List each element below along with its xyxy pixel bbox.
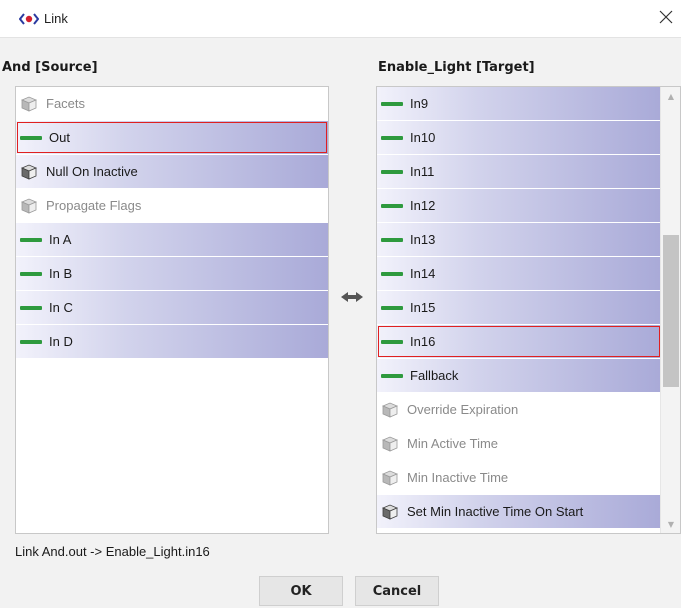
target-row[interactable]: Fallback — [377, 359, 661, 393]
source-row[interactable]: Facets — [16, 87, 328, 121]
slot-bar-icon — [20, 339, 42, 344]
source-row[interactable]: In D — [16, 325, 328, 359]
box-icon — [381, 436, 399, 452]
close-icon — [659, 10, 673, 28]
link-icon — [19, 13, 39, 25]
target-row[interactable]: In12 — [377, 189, 661, 223]
source-row-label: Out — [49, 130, 70, 145]
box-icon — [381, 504, 399, 520]
window-title: Link — [44, 11, 68, 26]
box-icon — [381, 402, 399, 418]
box-icon — [381, 470, 399, 486]
target-row[interactable]: In11 — [377, 155, 661, 189]
source-row[interactable]: In A — [16, 223, 328, 257]
link-status: Link And.out -> Enable_Light.in16 — [15, 544, 210, 559]
target-row-label: In14 — [410, 266, 436, 281]
link-dialog: Link And [Source] Enable_Light [Target] … — [0, 0, 681, 608]
title-bar: Link — [0, 0, 681, 38]
source-row[interactable]: Null On Inactive — [16, 155, 328, 189]
target-row-label: Min Active Time — [407, 436, 499, 451]
scroll-up-icon[interactable]: ▲ — [661, 87, 680, 105]
source-row[interactable]: In C — [16, 291, 328, 325]
target-row[interactable]: In9 — [377, 87, 661, 121]
slot-bar-icon — [20, 271, 42, 276]
source-row-label: Propagate Flags — [46, 198, 142, 213]
target-header: Enable_Light [Target] — [378, 60, 535, 75]
target-row[interactable]: Min Active Time — [377, 427, 661, 461]
target-row-label: Fallback — [410, 368, 459, 383]
target-row-label: In13 — [410, 232, 436, 247]
source-row-label: Facets — [46, 96, 86, 111]
target-row-label: In9 — [410, 96, 429, 111]
slot-bar-icon — [20, 135, 42, 140]
bidirectional-arrow-icon — [339, 290, 365, 304]
target-row[interactable]: In10 — [377, 121, 661, 155]
target-row-label: In16 — [410, 334, 436, 349]
slot-bar-icon — [381, 169, 403, 174]
target-row-label: In11 — [410, 164, 435, 179]
slot-bar-icon — [20, 305, 42, 310]
target-row-label: Set Min Inactive Time On Start — [407, 504, 584, 519]
scroll-thumb[interactable] — [663, 235, 679, 387]
target-slot-list[interactable]: In9 In10 In11 In12 In13 In14 In15 In16 Fallback O… — [376, 86, 681, 534]
source-row[interactable]: In B — [16, 257, 328, 291]
target-row-label: Override Expiration — [407, 402, 519, 417]
target-row-label: In15 — [410, 300, 436, 315]
ok-button[interactable]: OK — [259, 576, 343, 606]
slot-bar-icon — [381, 339, 403, 344]
slot-bar-icon — [381, 373, 403, 378]
close-button[interactable] — [655, 8, 677, 30]
slot-bar-icon — [381, 237, 403, 242]
scroll-down-icon[interactable]: ▼ — [661, 515, 680, 533]
source-row-label: In C — [49, 300, 73, 315]
target-rows: In9 In10 In11 In12 In13 In14 In15 In16 Fallback O… — [377, 87, 661, 529]
source-row-label: Null On Inactive — [46, 164, 138, 179]
target-row[interactable]: In15 — [377, 291, 661, 325]
source-row-label: In B — [49, 266, 73, 281]
target-row-label: Min Inactive Time — [407, 470, 509, 485]
cancel-button[interactable]: Cancel — [355, 576, 439, 606]
source-header: And [Source] — [2, 60, 98, 75]
box-icon — [20, 164, 38, 180]
box-icon — [20, 198, 38, 214]
slot-bar-icon — [381, 305, 403, 310]
source-row[interactable]: Propagate Flags — [16, 189, 328, 223]
slot-bar-icon — [381, 203, 403, 208]
target-row[interactable]: Override Expiration — [377, 393, 661, 427]
source-slot-list[interactable]: Facets Out Null On Inactive Propagate Flags… — [15, 86, 329, 534]
target-row-label: In10 — [410, 130, 436, 145]
target-row[interactable]: Set Min Inactive Time On Start — [377, 495, 661, 529]
slot-bar-icon — [20, 237, 42, 242]
target-row[interactable]: In14 — [377, 257, 661, 291]
slot-bar-icon — [381, 135, 403, 140]
source-row-label: In D — [49, 334, 73, 349]
target-row[interactable]: Min Inactive Time — [377, 461, 661, 495]
target-row[interactable]: In16 — [377, 325, 661, 359]
source-row[interactable]: Out — [16, 121, 328, 155]
slot-bar-icon — [381, 101, 403, 106]
source-row-label: In A — [49, 232, 72, 247]
target-row-label: In12 — [410, 198, 436, 213]
slot-bar-icon — [381, 271, 403, 276]
target-row[interactable]: In13 — [377, 223, 661, 257]
vertical-scrollbar[interactable]: ▲ ▼ — [660, 87, 680, 533]
box-icon — [20, 96, 38, 112]
